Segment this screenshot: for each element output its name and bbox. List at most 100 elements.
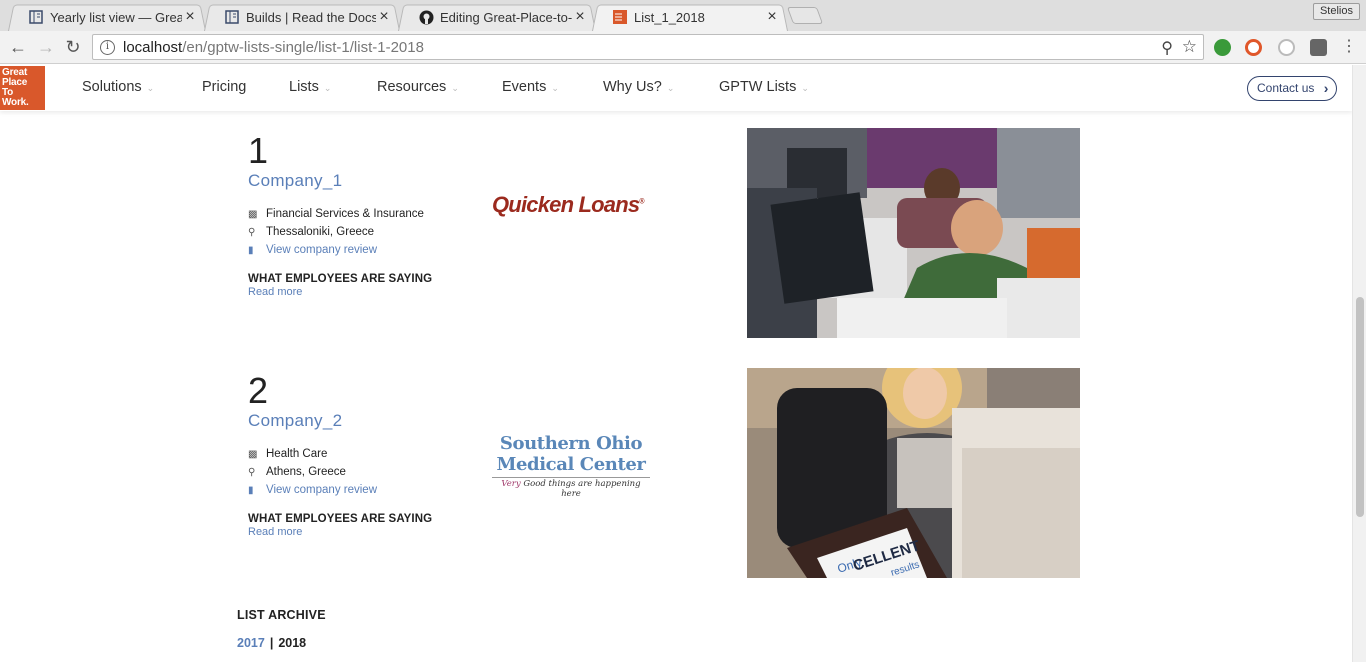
browser-toolbar: ← → ↻ i localhost/en/gptw-lists-single/l… [0, 31, 1366, 64]
employees-saying-heading: WHAT EMPLOYEES ARE SAYING [248, 273, 433, 285]
building-icon: ▩ [248, 208, 258, 220]
github-icon [418, 9, 434, 25]
tab-title: Yearly list view — Great [50, 9, 182, 25]
map-pin-icon: ⚲ [248, 466, 256, 478]
extension-gear-icon[interactable] [1310, 39, 1327, 56]
logo-tagline: Very Good things are happening here [492, 479, 650, 499]
page-scrollbar[interactable] [1352, 65, 1366, 662]
browser-tab-list-1-2018[interactable]: List_1_2018 × [592, 3, 788, 31]
view-company-review-link[interactable]: View company review [266, 244, 377, 256]
location-text: Thessaloniki, Greece [266, 226, 375, 238]
map-pin-icon: ⚲ [248, 226, 256, 238]
browser-tab-builds[interactable]: Builds | Read the Docs × [204, 3, 400, 31]
extension-grey-icon[interactable] [1278, 39, 1295, 56]
list-entry-1: 1 Company_1 ▩ Financial Services & Insur… [248, 130, 433, 299]
chevron-down-icon: ⌄ [801, 82, 809, 93]
url-host: localhost [123, 38, 183, 56]
new-tab-button[interactable] [786, 7, 824, 24]
close-tab-icon[interactable]: × [572, 8, 588, 26]
read-more-link[interactable]: Read more [248, 526, 432, 538]
chevron-down-icon: ⌄ [551, 82, 559, 93]
chevron-down-icon: ⌄ [666, 82, 675, 93]
document-icon: ▮ [248, 244, 254, 256]
location-row: ⚲ Athens, Greece [248, 463, 432, 481]
logo-tag-text: Good things are happening here [523, 479, 641, 499]
quicken-loans-logo: Quicken Loans® [492, 192, 645, 217]
logo-tag-very: Very [501, 479, 521, 489]
forward-icon[interactable]: → [36, 37, 56, 57]
company-name-link[interactable]: Company_1 [248, 171, 432, 191]
nav-solutions[interactable]: Solutions ⌄ [82, 79, 154, 95]
zoom-icon[interactable]: ⚲ [1161, 38, 1173, 58]
site-info-icon[interactable]: i [100, 39, 115, 55]
reload-icon[interactable]: ↻ [63, 37, 83, 57]
nav-pricing[interactable]: Pricing [202, 79, 246, 95]
industry-text: Financial Services & Insurance [266, 208, 424, 220]
contact-us-button[interactable]: Contact us › [1247, 76, 1338, 101]
tab-title: Editing Great-Place-to-W [440, 9, 572, 25]
page-viewport: 1 Company_1 ▩ Financial Services & Insur… [0, 65, 1352, 662]
chevron-down-icon: ⌄ [323, 82, 332, 93]
gptw-logo[interactable]: Great Place To Work. [0, 66, 45, 110]
site-header: Great Place To Work. Solutions ⌄ Pricing … [0, 65, 1352, 111]
page-icon [224, 9, 240, 25]
address-bar[interactable]: i localhost/en/gptw-lists-single/list-1/… [92, 34, 1204, 60]
page-icon [28, 9, 44, 25]
review-row: ▮ View company review [248, 481, 432, 499]
scrollbar-thumb[interactable] [1356, 297, 1364, 517]
nav-label: Resources [377, 79, 447, 95]
location-row: ⚲ Thessaloniki, Greece [248, 223, 432, 241]
quicken-logo-text: Quicken Loans [492, 192, 640, 217]
browser-menu-icon[interactable]: ⋮ [1339, 37, 1359, 57]
close-tab-icon[interactable]: × [764, 8, 780, 26]
nav-lists[interactable]: Lists ⌄ [289, 79, 331, 95]
chevron-down-icon: ⌄ [451, 82, 459, 93]
nav-gptw-lists[interactable]: GPTW Lists ⌄ [719, 79, 809, 95]
industry-row: ▩ Health Care [248, 445, 432, 463]
extension-orange-icon[interactable] [1245, 39, 1262, 56]
browser-tab-github[interactable]: Editing Great-Place-to-W × [398, 3, 596, 31]
close-tab-icon[interactable]: × [376, 8, 392, 26]
company-2-photo: Only CELLENT results [747, 368, 1080, 578]
industry-text: Health Care [266, 448, 328, 460]
nav-why-us[interactable]: Why Us? ⌄ [603, 79, 674, 95]
document-icon: ▮ [248, 484, 254, 496]
chevron-down-icon: ⌄ [146, 82, 155, 93]
archive-year-2018: 2018 [278, 636, 307, 650]
logo-line-2: Medical Center [496, 454, 646, 475]
contact-label: Contact us [1257, 81, 1315, 95]
southern-ohio-medical-center-logo: Southern Ohio Medical Center Very Good t… [492, 433, 650, 499]
company-name-link[interactable]: Company_2 [248, 411, 432, 431]
nav-label: Events [502, 79, 547, 95]
nav-label: Pricing [202, 79, 247, 95]
profile-button[interactable]: Stelios [1312, 3, 1360, 20]
nav-label: Solutions [82, 79, 142, 95]
back-icon[interactable]: ← [8, 37, 28, 57]
chevron-right-icon: › [1323, 80, 1329, 96]
review-row: ▮ View company review [248, 241, 432, 259]
nav-label: Why Us? [603, 79, 662, 95]
list-entry-2: 2 Company_2 ▩ Health Care ⚲ Athens, Gree… [248, 370, 432, 539]
close-tab-icon[interactable]: × [182, 8, 198, 26]
nav-label: GPTW Lists [719, 79, 797, 95]
view-company-review-link[interactable]: View company review [266, 484, 377, 496]
browser-tab-yearly-list[interactable]: Yearly list view — Great × [8, 3, 206, 31]
list-archive-years: 2017 | 2018 [237, 636, 306, 650]
company-1-photo [747, 128, 1080, 338]
rank-number: 1 [248, 130, 269, 171]
nav-label: Lists [289, 79, 319, 95]
read-more-link[interactable]: Read more [248, 286, 432, 298]
extension-green-icon[interactable] [1214, 39, 1231, 56]
list-archive-heading: LIST ARCHIVE [237, 608, 326, 622]
industry-row: ▩ Financial Services & Insurance [248, 205, 432, 223]
logo-line-1: Southern Ohio [499, 433, 643, 454]
gptw-favicon-icon [612, 9, 628, 25]
nav-resources[interactable]: Resources ⌄ [377, 79, 459, 95]
archive-year-2017-link[interactable]: 2017 [237, 636, 265, 650]
nav-events[interactable]: Events ⌄ [502, 79, 559, 95]
rank-number: 2 [248, 370, 269, 411]
archive-separator: | [269, 636, 274, 650]
url-path: /en/gptw-lists-single/list-1/list-1-2018 [182, 38, 424, 56]
bookmark-star-icon[interactable]: ☆ [1182, 37, 1197, 57]
tab-title: List_1_2018 [634, 9, 705, 25]
